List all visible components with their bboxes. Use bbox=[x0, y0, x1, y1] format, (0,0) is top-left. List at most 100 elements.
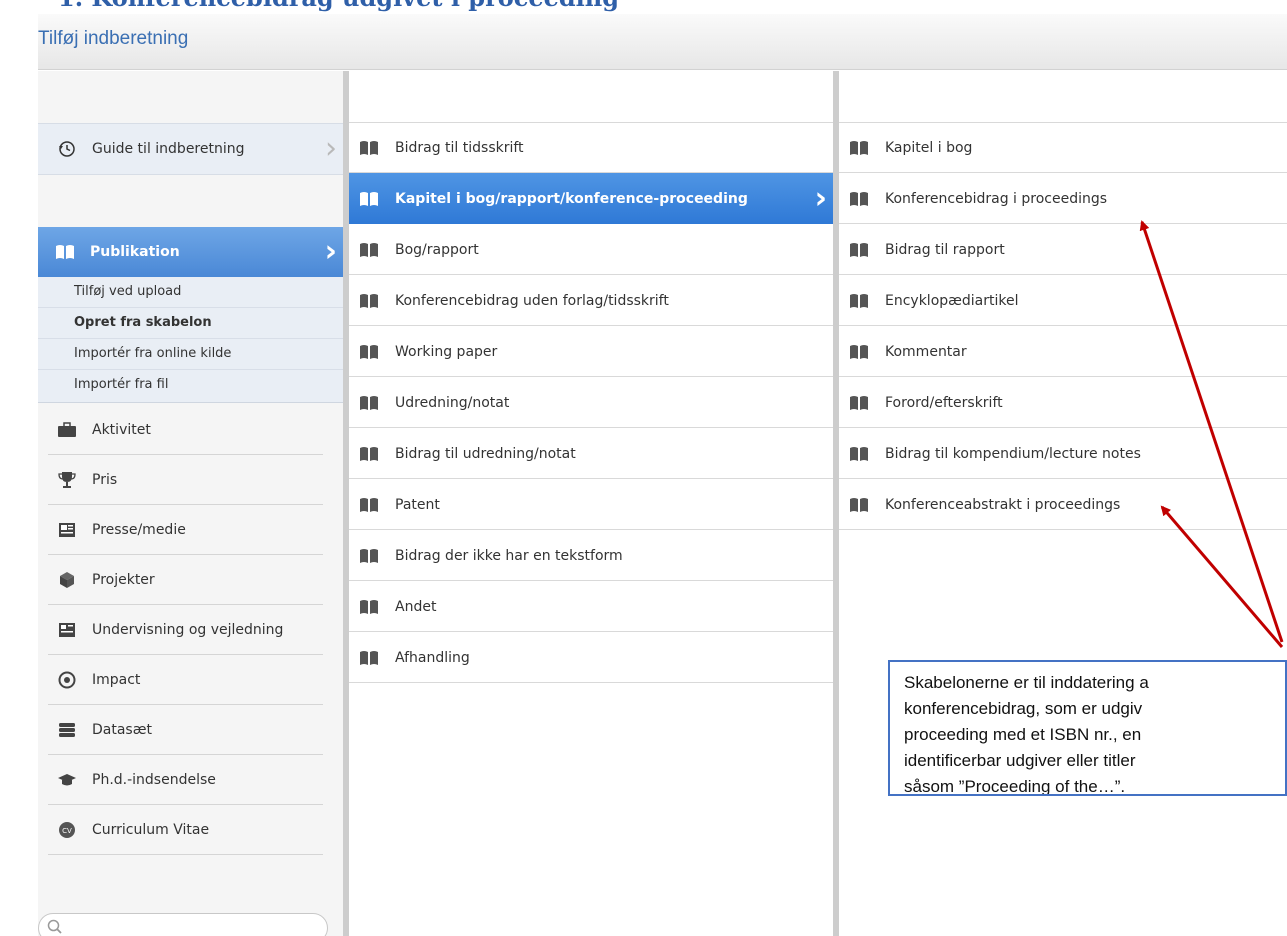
type-label: Kapitel i bog/rapport/konference-proceed… bbox=[395, 190, 748, 207]
type-label: Andet bbox=[395, 598, 437, 615]
sidebar-item-presse[interactable]: Presse/medie bbox=[38, 505, 343, 555]
template-label: Kapitel i bog bbox=[885, 139, 973, 156]
template-label: Forord/efterskrift bbox=[885, 394, 1003, 411]
template-item[interactable]: Konferencebidrag i proceedings bbox=[839, 173, 1287, 224]
item-label: Undervisning og vejledning bbox=[92, 622, 284, 638]
type-item[interactable]: Bidrag der ikke har en tekstform bbox=[349, 530, 833, 581]
template-item[interactable]: Encyklopædiartikel bbox=[839, 275, 1287, 326]
submenu-import-online[interactable]: Importér fra online kilde bbox=[74, 346, 231, 361]
book-icon bbox=[359, 191, 381, 207]
target-icon bbox=[56, 671, 78, 689]
sidebar-item-phd[interactable]: Ph.d.-indsendelse bbox=[38, 755, 343, 805]
app-window: Tilføj indberetning Guide til indberetni… bbox=[38, 14, 1287, 936]
submenu-add-upload[interactable]: Tilføj ved upload bbox=[74, 284, 181, 299]
type-item-selected[interactable]: Kapitel i bog/rapport/konference-proceed… bbox=[349, 173, 833, 224]
sidebar-item-publikation[interactable]: Publikation › bbox=[38, 227, 343, 277]
divider bbox=[38, 307, 343, 308]
item-label: Aktivitet bbox=[92, 422, 151, 438]
type-label: Bidrag til udredning/notat bbox=[395, 445, 576, 462]
template-item[interactable]: Kapitel i bog bbox=[839, 122, 1287, 173]
book-icon bbox=[359, 548, 381, 564]
search-input[interactable] bbox=[38, 913, 328, 936]
type-item[interactable]: Andet bbox=[349, 581, 833, 632]
cube-icon bbox=[56, 571, 78, 589]
cv-icon: CV bbox=[56, 821, 78, 839]
category-sidebar: Guide til indberetning › Publikation › T… bbox=[38, 71, 343, 936]
template-label: Bidrag til kompendium/lecture notes bbox=[885, 445, 1141, 462]
template-item[interactable]: Konferenceabstrakt i proceedings bbox=[839, 479, 1287, 530]
book-icon bbox=[359, 650, 381, 666]
book-icon bbox=[359, 446, 381, 462]
sidebar-item-datasaet[interactable]: Datasæt bbox=[38, 705, 343, 755]
book-icon bbox=[849, 293, 871, 309]
type-item[interactable]: Bidrag til udredning/notat bbox=[349, 428, 833, 479]
template-label: Encyklopædiartikel bbox=[885, 292, 1019, 309]
history-clock-icon bbox=[56, 140, 78, 158]
template-item[interactable]: Bidrag til kompendium/lecture notes bbox=[839, 428, 1287, 479]
divider bbox=[38, 369, 343, 370]
sidebar-item-undervisning[interactable]: Undervisning og vejledning bbox=[38, 605, 343, 655]
item-label: Ph.d.-indsendelse bbox=[92, 772, 216, 788]
template-item[interactable]: Kommentar bbox=[839, 326, 1287, 377]
type-label: Patent bbox=[395, 496, 440, 513]
type-label: Bog/rapport bbox=[395, 241, 479, 258]
document-heading: 1. Konferencebidrag udgivet i proceeding bbox=[58, 0, 1258, 12]
book-icon bbox=[359, 242, 381, 258]
template-label: Konferencebidrag i proceedings bbox=[885, 190, 1108, 207]
window-title: Tilføj indberetning bbox=[38, 28, 189, 49]
type-item[interactable]: Working paper bbox=[349, 326, 833, 377]
note-line: proceeding med et ISBN nr., en bbox=[904, 725, 1142, 744]
book-icon bbox=[849, 242, 871, 258]
svg-text:CV: CV bbox=[62, 827, 72, 835]
book-icon bbox=[849, 191, 871, 207]
type-item[interactable]: Patent bbox=[349, 479, 833, 530]
sidebar-item-impact[interactable]: Impact bbox=[38, 655, 343, 705]
template-item[interactable]: Bidrag til rapport bbox=[839, 224, 1287, 275]
divider bbox=[38, 338, 343, 339]
type-label: Afhandling bbox=[395, 649, 470, 666]
submenu-from-template[interactable]: Opret fra skabelon bbox=[74, 315, 212, 330]
guide-label: Guide til indberetning bbox=[92, 141, 245, 157]
book-icon bbox=[359, 395, 381, 411]
item-label: Datasæt bbox=[92, 722, 152, 738]
item-label: Presse/medie bbox=[92, 522, 186, 538]
template-label: Konferenceabstrakt i proceedings bbox=[885, 496, 1121, 513]
item-label: Impact bbox=[92, 672, 141, 688]
search-icon bbox=[47, 919, 63, 936]
sidebar-item-pris[interactable]: Pris bbox=[38, 455, 343, 505]
template-label: Bidrag til rapport bbox=[885, 241, 1005, 258]
book-icon bbox=[849, 140, 871, 156]
book-icon bbox=[359, 497, 381, 513]
board-icon bbox=[56, 621, 78, 639]
template-item[interactable]: Forord/efterskrift bbox=[839, 377, 1287, 428]
note-line: Skabelonerne er til inddatering a bbox=[904, 673, 1149, 692]
book-icon bbox=[359, 140, 381, 156]
item-label: Pris bbox=[92, 472, 118, 488]
chevron-right-icon: › bbox=[325, 131, 337, 166]
submenu-import-file[interactable]: Importér fra fil bbox=[74, 377, 168, 392]
chevron-right-icon: › bbox=[324, 234, 337, 269]
note-line: såsom ”Proceeding of the…”. bbox=[904, 777, 1126, 796]
template-column: Kapitel i bog Konferencebidrag i proceed… bbox=[839, 71, 1287, 936]
item-label: Curriculum Vitae bbox=[92, 822, 210, 838]
type-item[interactable]: Udredning/notat bbox=[349, 377, 833, 428]
type-item[interactable]: Konferencebidrag uden forlag/tidsskrift bbox=[349, 275, 833, 326]
newspaper-icon bbox=[56, 521, 78, 539]
title-bar: Tilføj indberetning bbox=[38, 14, 1287, 70]
book-icon bbox=[849, 446, 871, 462]
publication-submenu: Tilføj ved upload Opret fra skabelon Imp… bbox=[38, 277, 343, 403]
type-label: Bidrag der ikke har en tekstform bbox=[395, 547, 623, 564]
note-line: konferencebidrag, som er udgiv bbox=[904, 699, 1143, 718]
type-label: Working paper bbox=[395, 343, 498, 360]
sidebar-item-aktivitet[interactable]: Aktivitet bbox=[38, 405, 343, 455]
type-item[interactable]: Afhandling bbox=[349, 632, 833, 683]
sidebar-item-projekter[interactable]: Projekter bbox=[38, 555, 343, 605]
note-line: identificerbar udgiver eller titler bbox=[904, 751, 1136, 770]
type-item[interactable]: Bog/rapport bbox=[349, 224, 833, 275]
sidebar-item-cv[interactable]: CV Curriculum Vitae bbox=[38, 805, 343, 855]
annotation-note: Skabelonerne er til inddatering a konfer… bbox=[888, 660, 1287, 796]
type-item[interactable]: Bidrag til tidsskrift bbox=[349, 122, 833, 173]
book-icon bbox=[849, 395, 871, 411]
guide-item[interactable]: Guide til indberetning › bbox=[38, 123, 343, 175]
template-label: Kommentar bbox=[885, 343, 967, 360]
